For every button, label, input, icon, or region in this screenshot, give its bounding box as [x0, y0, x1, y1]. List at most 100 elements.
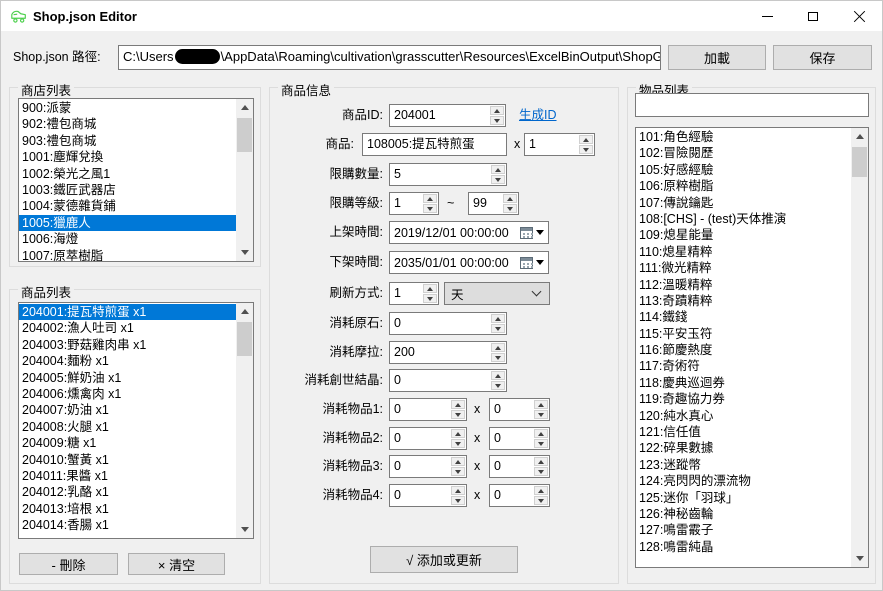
cost-item1-count-spinner[interactable]: 0 — [489, 398, 550, 421]
cost-mora-spinner[interactable]: 200 — [389, 341, 507, 364]
list-item[interactable]: 120:純水真心 — [636, 408, 851, 424]
spin-down-button[interactable] — [534, 496, 548, 505]
list-item[interactable]: 116:節慶熱度 — [636, 342, 851, 358]
scroll-down-button[interactable] — [236, 244, 253, 261]
spin-down-button[interactable] — [534, 410, 548, 419]
list-item[interactable]: 106:原粹樹脂 — [636, 178, 851, 194]
clear-goods-button[interactable]: × 清空 — [128, 553, 225, 575]
shop-scrollbar[interactable] — [236, 99, 253, 261]
spin-up-button[interactable] — [451, 429, 465, 438]
list-item[interactable]: 124:亮閃閃的漂流物 — [636, 473, 851, 489]
list-item[interactable]: 112:溫暖精粹 — [636, 277, 851, 293]
cost-item2-id-spinner[interactable]: 0 — [389, 427, 467, 450]
cost-item3-count-spinner[interactable]: 0 — [489, 455, 550, 478]
list-item[interactable]: 1007:原萃樹脂 — [19, 248, 236, 261]
scroll-thumb[interactable] — [852, 147, 867, 177]
list-item[interactable]: 204011:果醬 x1 — [19, 468, 236, 484]
spin-down-button[interactable] — [534, 439, 548, 448]
spin-up-button[interactable] — [491, 165, 505, 174]
list-item[interactable]: 107:傳說鑰匙 — [636, 195, 851, 211]
cost-item3-id-spinner[interactable]: 0 — [389, 455, 467, 478]
list-item[interactable]: 204004:麵粉 x1 — [19, 353, 236, 369]
list-item[interactable]: 204002:漁人吐司 x1 — [19, 320, 236, 336]
spin-up-button[interactable] — [534, 400, 548, 409]
list-item[interactable]: 1002:榮光之風1 — [19, 166, 236, 182]
goods-listbox[interactable]: 204001:提瓦特煎蛋 x1204002:漁人吐司 x1204003:野菇雞肉… — [18, 302, 254, 539]
spin-down-button[interactable] — [491, 175, 505, 184]
begin-time-picker[interactable]: 2019/12/01 00:00:00 — [389, 221, 549, 244]
cost-item1-id-spinner[interactable]: 0 — [389, 398, 467, 421]
cost-primogem-spinner[interactable]: 0 — [389, 312, 507, 335]
spin-up-button[interactable] — [423, 284, 437, 293]
list-item[interactable]: 108:[CHS] - (test)天体推演 — [636, 211, 851, 227]
buy-limit-spinner[interactable]: 5 — [389, 163, 507, 186]
list-item[interactable]: 102:冒險閱歷 — [636, 145, 851, 161]
cost-item4-id-spinner[interactable]: 0 — [389, 484, 467, 507]
spin-up-button[interactable] — [534, 429, 548, 438]
level-min-spinner[interactable]: 1 — [389, 192, 439, 215]
shop-listbox[interactable]: 900:派蒙902:禮包商城903:禮包商城1001:塵輝兌換1002:榮光之風… — [18, 98, 254, 262]
spin-down-button[interactable] — [490, 116, 504, 125]
goods-name-input[interactable]: 108005:提瓦特煎蛋 — [362, 133, 507, 156]
list-item[interactable]: 204003:野菇雞肉串 x1 — [19, 337, 236, 353]
list-item[interactable]: 1005:獵鹿人 — [19, 215, 236, 231]
list-item[interactable]: 121:信任值 — [636, 424, 851, 440]
spin-down-button[interactable] — [451, 410, 465, 419]
dropdown-arrow-icon[interactable] — [536, 260, 544, 265]
list-item[interactable]: 902:禮包商城 — [19, 116, 236, 132]
list-item[interactable]: 109:熄星能量 — [636, 227, 851, 243]
list-item[interactable]: 900:派蒙 — [19, 100, 236, 116]
list-item[interactable]: 1006:海燈 — [19, 231, 236, 247]
minimize-button[interactable] — [744, 1, 790, 31]
close-button[interactable] — [836, 1, 882, 31]
cost-item2-count-spinner[interactable]: 0 — [489, 427, 550, 450]
spin-up-button[interactable] — [503, 194, 517, 203]
calendar-icon[interactable] — [520, 227, 533, 239]
goods-id-spinner[interactable]: 204001 — [389, 104, 506, 127]
calendar-icon[interactable] — [520, 257, 533, 269]
list-item[interactable]: 114:鐵錢 — [636, 309, 851, 325]
list-item[interactable]: 204014:香腸 x1 — [19, 517, 236, 533]
list-item[interactable]: 115:平安玉符 — [636, 326, 851, 342]
list-item[interactable]: 125:迷你「羽球」 — [636, 490, 851, 506]
spin-up-button[interactable] — [451, 457, 465, 466]
spin-up-button[interactable] — [534, 486, 548, 495]
list-item[interactable]: 204009:糖 x1 — [19, 435, 236, 451]
spin-down-button[interactable] — [579, 145, 593, 154]
list-item[interactable]: 105:好感經驗 — [636, 162, 851, 178]
generate-id-link[interactable]: 生成ID — [519, 107, 557, 124]
list-item[interactable]: 204010:蟹黃 x1 — [19, 452, 236, 468]
spin-down-button[interactable] — [491, 324, 505, 333]
list-item[interactable]: 204012:乳酪 x1 — [19, 484, 236, 500]
spin-up-button[interactable] — [490, 106, 504, 115]
list-item[interactable]: 118:慶典巡迴券 — [636, 375, 851, 391]
list-item[interactable]: 117:奇術符 — [636, 358, 851, 374]
spin-down-button[interactable] — [503, 204, 517, 213]
spin-down-button[interactable] — [534, 467, 548, 476]
spin-up-button[interactable] — [451, 486, 465, 495]
scroll-down-button[interactable] — [851, 550, 868, 567]
list-item[interactable]: 204007:奶油 x1 — [19, 402, 236, 418]
spin-up-button[interactable] — [491, 343, 505, 352]
load-button[interactable]: 加載 — [668, 45, 766, 70]
scroll-thumb[interactable] — [237, 322, 252, 356]
list-item[interactable]: 101:角色經驗 — [636, 129, 851, 145]
scroll-up-button[interactable] — [236, 303, 253, 320]
list-item[interactable]: 123:迷蹤幣 — [636, 457, 851, 473]
list-item[interactable]: 126:神秘齒輪 — [636, 506, 851, 522]
spin-up-button[interactable] — [579, 135, 593, 144]
list-item[interactable]: 1001:塵輝兌換 — [19, 149, 236, 165]
cost-crystal-spinner[interactable]: 0 — [389, 369, 507, 392]
end-time-picker[interactable]: 2035/01/01 00:00:00 — [389, 251, 549, 274]
list-item[interactable]: 204006:燻禽肉 x1 — [19, 386, 236, 402]
dropdown-arrow-icon[interactable] — [536, 230, 544, 235]
maximize-button[interactable] — [790, 1, 836, 31]
delete-goods-button[interactable]: - 刪除 — [19, 553, 118, 575]
refresh-unit-dropdown[interactable]: 天 — [444, 282, 550, 305]
spin-down-button[interactable] — [451, 496, 465, 505]
scroll-down-button[interactable] — [236, 521, 253, 538]
goods-count-spinner[interactable]: 1 — [524, 133, 595, 156]
spin-up-button[interactable] — [534, 457, 548, 466]
items-scrollbar[interactable] — [851, 128, 868, 567]
spin-down-button[interactable] — [423, 294, 437, 303]
